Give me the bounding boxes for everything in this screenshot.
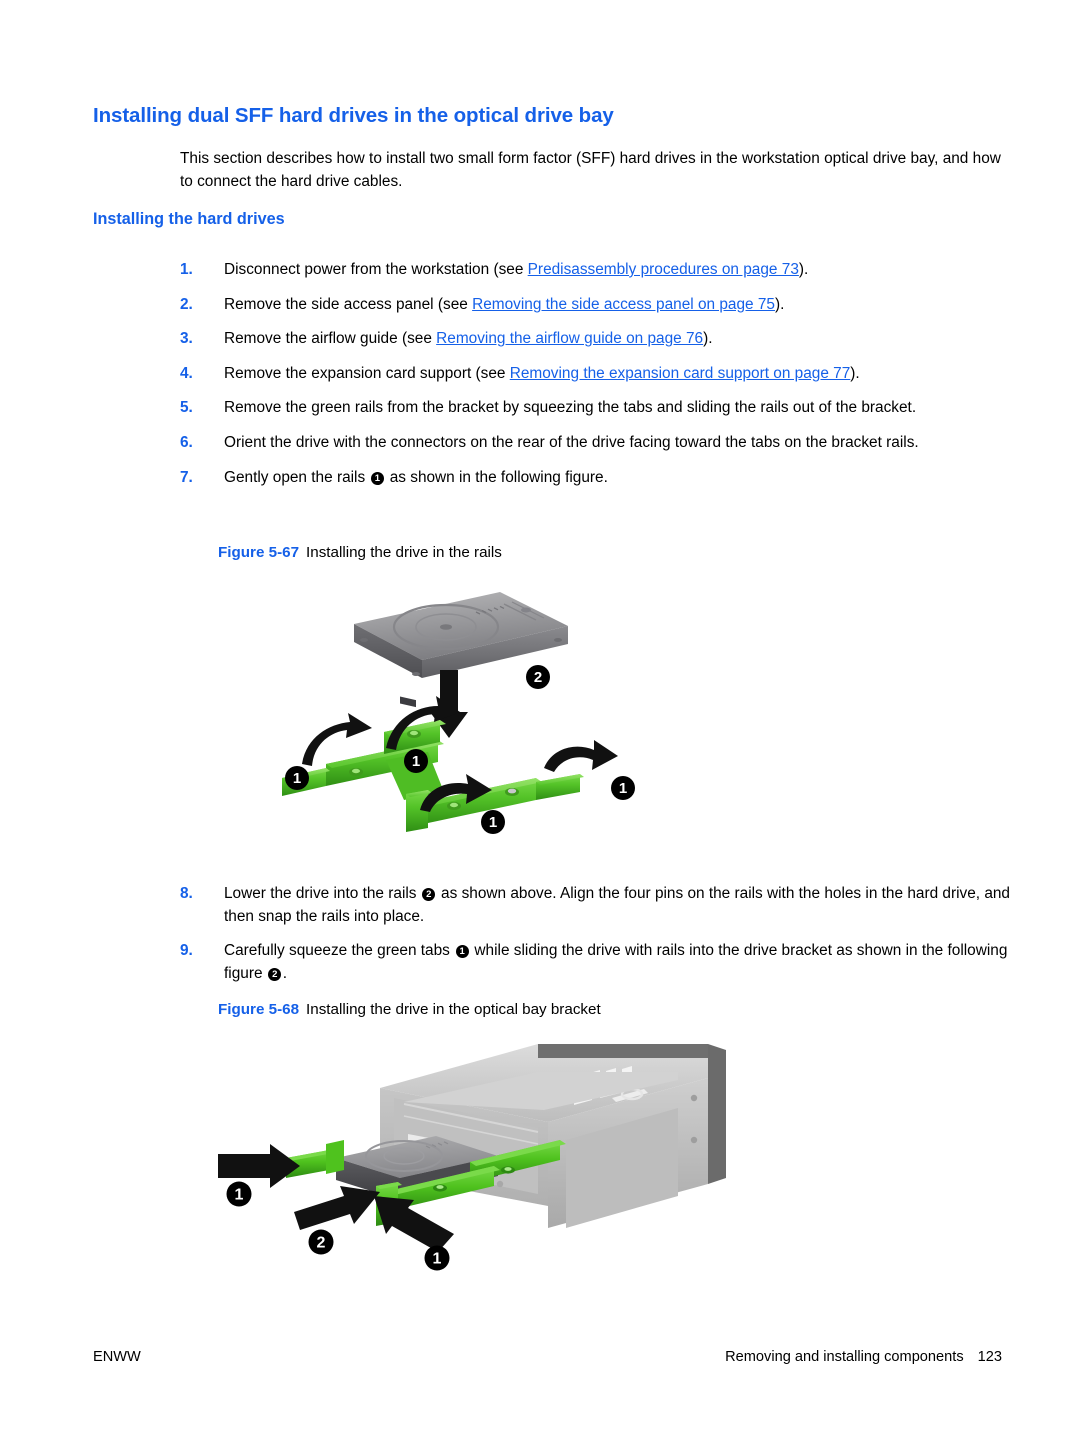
procedure-step: 3. Remove the airflow guide (see Removing…: [180, 328, 1010, 351]
svg-text:1: 1: [293, 770, 301, 787]
step-text: Lower the drive into the rails 2 as show…: [224, 885, 1010, 925]
footer-right-label: Removing and installing components 123: [725, 1349, 1002, 1365]
figure-caption-5-67: Figure 5-67 Installing the drive in the r…: [218, 544, 502, 561]
page-title: Installing dual SFF hard drives in the o…: [93, 104, 614, 127]
step-number: 2.: [180, 295, 193, 313]
step-text: Remove the side access panel (see Removi…: [224, 295, 785, 313]
svg-text:1: 1: [433, 1251, 442, 1268]
figure-image-drive-in-bracket: 1 2 1: [208, 1036, 738, 1306]
callout-badge-1: 1: [481, 810, 505, 834]
step-number: 3.: [180, 330, 193, 348]
figure-caption-5-68: Figure 5-68 Installing the drive in the o…: [218, 1001, 601, 1018]
svg-text:1: 1: [619, 780, 627, 797]
step-number: 5.: [180, 399, 193, 417]
procedure-step: 4. Remove the expansion card support (see…: [180, 363, 1010, 386]
cross-reference-link[interactable]: Removing the airflow guide on page 76: [436, 330, 703, 347]
callout-badge-1: 1: [404, 749, 428, 773]
svg-text:1: 1: [412, 753, 420, 770]
svg-text:2: 2: [317, 1235, 326, 1252]
procedure-step-list-bottom: 8. Lower the drive into the rails 2 as sh…: [180, 883, 1010, 997]
procedure-step-list-top: 1. Disconnect power from the workstation …: [180, 259, 1010, 501]
footer-page-number: 123: [977, 1349, 1002, 1365]
step-number: 4.: [180, 364, 193, 382]
callout-badge-1: 1: [455, 945, 469, 959]
callout-badge-2: 2: [268, 967, 282, 981]
callout-badge-1: 1: [226, 1181, 252, 1207]
figure-image-drive-in-rails: 1 1 1 1 2: [268, 582, 688, 872]
procedure-step: 7. Gently open the rails 1 as shown in th…: [180, 467, 1010, 490]
document-page: Installing dual SFF hard drives in the o…: [0, 0, 1080, 1437]
callout-badge-1: 1: [611, 776, 635, 800]
figure-caption-text: Installing the drive in the rails: [306, 544, 502, 561]
callout-badge-1: 1: [285, 766, 309, 790]
cross-reference-link[interactable]: Predisassembly procedures on page 73: [528, 261, 799, 278]
step-text: Remove the airflow guide (see Removing t…: [224, 330, 713, 348]
cross-reference-link[interactable]: Removing the expansion card support on p…: [510, 365, 851, 382]
step-number: 6.: [180, 433, 193, 451]
callout-badge-2: 2: [526, 665, 550, 689]
hard-drive-illustration: [354, 592, 568, 708]
step-text: Carefully squeeze the green tabs 1 while…: [224, 942, 1008, 982]
procedure-step: 2. Remove the side access panel (see Remo…: [180, 294, 1010, 317]
section-subheading: Installing the hard drives: [93, 210, 285, 228]
step-number: 9.: [180, 942, 193, 960]
svg-text:1: 1: [235, 1187, 244, 1204]
step-text: Remove the green rails from the bracket …: [224, 399, 917, 417]
procedure-step: 5. Remove the green rails from the bracke…: [180, 397, 1010, 420]
footer-left-label: ENWW: [93, 1349, 141, 1365]
callout-badge-1: 1: [370, 471, 384, 485]
step-text: Remove the expansion card support (see R…: [224, 364, 860, 382]
procedure-step: 8. Lower the drive into the rails 2 as sh…: [180, 883, 1010, 928]
callout-badge-2: 2: [422, 888, 436, 901]
step-number: 7.: [180, 468, 193, 486]
svg-text:1: 1: [489, 814, 497, 831]
step-text: Orient the drive with the connectors on …: [224, 433, 919, 451]
procedure-step: 6. Orient the drive with the connectors o…: [180, 432, 1010, 455]
step-number: 8.: [180, 885, 193, 902]
step-text: Disconnect power from the workstation (s…: [224, 261, 809, 278]
procedure-step: 9. Carefully squeeze the green tabs 1 whi…: [180, 940, 1010, 985]
intro-paragraph: This section describes how to install tw…: [180, 150, 1001, 190]
svg-text:2: 2: [534, 669, 542, 686]
callout-badge-2: 2: [308, 1229, 334, 1255]
footer-section-title: Removing and installing components: [725, 1349, 964, 1365]
figure-label: Figure 5-68: [218, 1001, 300, 1018]
step-text: Gently open the rails 1 as shown in the …: [224, 468, 608, 486]
procedure-step: 1. Disconnect power from the workstation …: [180, 259, 1010, 282]
figure-label: Figure 5-67: [218, 544, 300, 561]
step-number: 1.: [180, 261, 193, 278]
figure-caption-text: Installing the drive in the optical bay …: [306, 1001, 601, 1018]
cross-reference-link[interactable]: Removing the side access panel on page 7…: [472, 296, 775, 313]
callout-badge-1: 1: [424, 1245, 450, 1271]
